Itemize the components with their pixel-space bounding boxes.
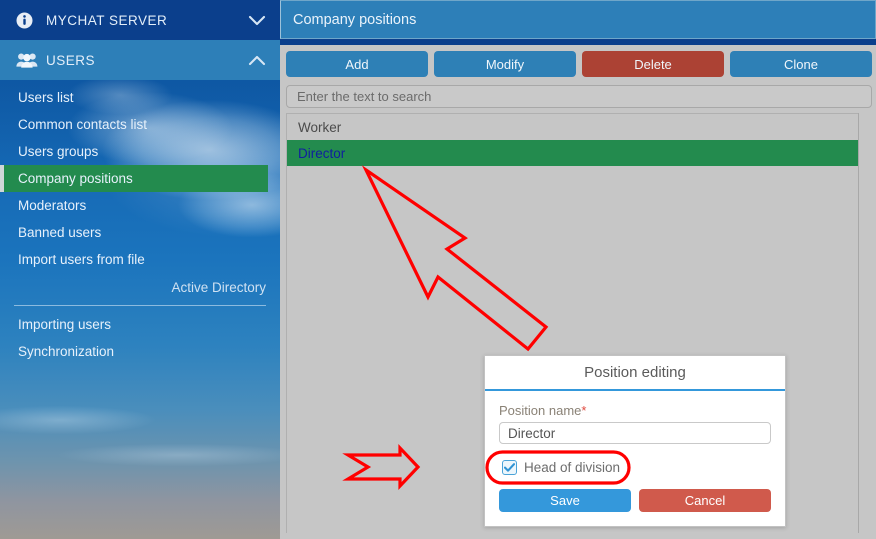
- toolbar: Add Modify Delete Clone: [286, 51, 872, 77]
- head-of-division-checkbox[interactable]: [502, 460, 517, 475]
- sidebar-section-active-directory: Active Directory: [0, 273, 280, 301]
- sidebar-item-label: Moderators: [18, 198, 86, 213]
- sidebar-item-users-list[interactable]: Users list: [0, 84, 280, 111]
- page-title: Company positions: [293, 12, 416, 28]
- save-button[interactable]: Save: [499, 489, 631, 512]
- sidebar-item-label: Users list: [18, 90, 74, 105]
- sidebar-item-label: Users groups: [18, 144, 98, 159]
- sidebar-header-label: USERS: [42, 53, 246, 68]
- page-header-underline: [280, 39, 876, 45]
- search-input[interactable]: [286, 85, 872, 108]
- list-item-director[interactable]: Director: [287, 140, 872, 166]
- sidebar-header-users[interactable]: USERS: [0, 40, 280, 80]
- chevron-up-icon[interactable]: [246, 55, 266, 66]
- sidebar-item-label: Import users from file: [18, 252, 145, 267]
- sidebar-header-mychat-server[interactable]: MYCHAT SERVER: [0, 0, 280, 40]
- cancel-button[interactable]: Cancel: [639, 489, 771, 512]
- head-of-division-label: Head of division: [524, 460, 620, 475]
- sidebar-item-moderators[interactable]: Moderators: [0, 192, 280, 219]
- sidebar-item-label: Synchronization: [18, 344, 114, 359]
- modify-button[interactable]: Modify: [434, 51, 576, 77]
- required-marker: *: [581, 403, 586, 418]
- dialog-actions: Save Cancel: [499, 489, 771, 512]
- sidebar-item-label: Common contacts list: [18, 117, 147, 132]
- sidebar-item-users-groups[interactable]: Users groups: [0, 138, 280, 165]
- dialog-body: Position name* Head of division: [485, 391, 785, 477]
- position-editing-dialog: Position editing Position name* Head of …: [484, 355, 786, 527]
- vertical-scrollbar[interactable]: [858, 113, 872, 533]
- sidebar-item-import-users-from-file[interactable]: Import users from file: [0, 246, 280, 273]
- position-name-label: Position name*: [499, 403, 771, 418]
- sidebar-section-label: Active Directory: [171, 280, 266, 295]
- sidebar-item-list: Users list Common contacts list Users gr…: [0, 80, 280, 365]
- sidebar-item-company-positions[interactable]: Company positions: [0, 165, 268, 192]
- sidebar-item-label: Company positions: [18, 171, 133, 186]
- list-item-label: Worker: [298, 120, 341, 135]
- sidebar-item-common-contacts-list[interactable]: Common contacts list: [0, 111, 280, 138]
- main-panel: Company positions Add Modify Delete Clon…: [280, 0, 876, 539]
- dialog-title: Position editing: [485, 356, 785, 391]
- add-button[interactable]: Add: [286, 51, 428, 77]
- sidebar: MYCHAT SERVER USERS: [0, 0, 280, 539]
- position-name-label-text: Position name: [499, 403, 581, 418]
- page-header: Company positions: [280, 0, 876, 39]
- info-icon: [16, 12, 42, 29]
- sidebar-item-synchronization[interactable]: Synchronization: [0, 338, 280, 365]
- clone-button[interactable]: Clone: [730, 51, 872, 77]
- users-icon: [16, 52, 42, 68]
- sidebar-divider: [14, 305, 266, 306]
- list-item-worker[interactable]: Worker: [287, 114, 872, 140]
- sidebar-header-label: MYCHAT SERVER: [42, 13, 246, 28]
- sidebar-item-label: Banned users: [18, 225, 101, 240]
- sidebar-item-label: Importing users: [18, 317, 111, 332]
- dialog-title-text: Position editing: [584, 364, 686, 381]
- delete-button[interactable]: Delete: [582, 51, 724, 77]
- sidebar-item-banned-users[interactable]: Banned users: [0, 219, 280, 246]
- sidebar-item-importing-users[interactable]: Importing users: [0, 311, 280, 338]
- application-window: MYCHAT SERVER USERS: [0, 0, 876, 539]
- check-icon: [504, 463, 515, 472]
- head-of-division-row[interactable]: Head of division: [499, 457, 771, 477]
- position-name-input[interactable]: [499, 422, 771, 444]
- list-item-label: Director: [298, 146, 345, 161]
- chevron-down-icon[interactable]: [246, 15, 266, 26]
